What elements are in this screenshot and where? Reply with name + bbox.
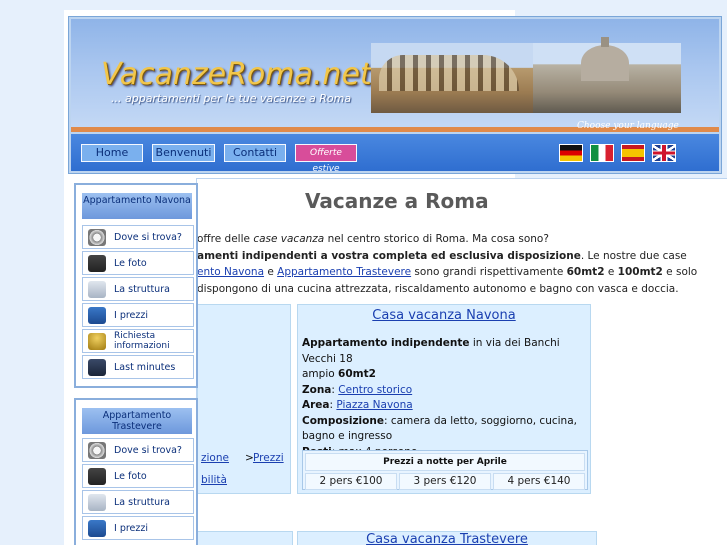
sidebar-item-label: Le foto	[114, 471, 147, 482]
intro-text: e solo	[662, 266, 698, 278]
trastevere-card-title[interactable]: Casa vacanza Trastevere	[297, 531, 597, 545]
sidebar-navona-title: Appartamento Navona	[82, 193, 192, 219]
flag-germany-icon[interactable]	[559, 144, 583, 162]
card-text: ampio	[302, 368, 339, 380]
bell-icon	[88, 333, 106, 350]
intro-text: e	[604, 266, 618, 278]
price-icon	[88, 307, 106, 324]
price-icon	[88, 520, 106, 537]
site-header: VacanzeRoma.net ... appartamenti per le …	[68, 16, 722, 174]
sidebar-item-label: I prezzi	[114, 310, 149, 321]
intro-emphasis: case vacanza	[253, 233, 325, 245]
sidebar-item-label: I prezzi	[114, 523, 149, 534]
navona-card-title[interactable]: Casa vacanza Navona	[298, 308, 590, 323]
area-label: Area	[302, 399, 330, 411]
sidebar-trastevere: Appartamento Trastevere Dove si trova? L…	[74, 398, 198, 545]
sidebar-item-label: La struttura	[114, 284, 170, 295]
nav-contatti-button[interactable]: Contatti	[224, 144, 286, 162]
link-posizione[interactable]: zione	[201, 452, 229, 464]
prices-table: Prezzi a notte per Aprile 2 pers €100 3 …	[302, 450, 588, 490]
sidebar-navona: Appartamento Navona Dove si trova? Le fo…	[74, 183, 198, 388]
sidebar-trastevere-title: Appartamento Trastevere	[82, 408, 192, 434]
sidebar-item-la-struttura[interactable]: La struttura	[82, 490, 194, 514]
camera-icon	[88, 468, 106, 485]
sidebar-item-label: Le foto	[114, 258, 147, 269]
flag-uk-icon[interactable]	[652, 144, 676, 162]
intro-bold: amenti indipendenti a vostra completa ed…	[197, 249, 581, 262]
nav-benvenuti-button[interactable]: Benvenuti	[152, 144, 215, 162]
intro-text: sono grandi rispettivamente	[411, 266, 567, 278]
page-title: Vacanze a Roma	[305, 189, 489, 213]
sidebar-item-label: La struttura	[114, 497, 170, 508]
price-cell: 4 pers €140	[493, 473, 585, 490]
link-prezzi[interactable]: Prezzi	[253, 452, 284, 464]
card-left-panel	[197, 304, 291, 494]
nav-home-button[interactable]: Home	[81, 144, 143, 162]
sidebar-item-le-foto[interactable]: Le foto	[82, 464, 194, 488]
sidebar-item-label: Last minutes	[114, 362, 176, 373]
compass-icon	[88, 442, 106, 459]
site-logo[interactable]: VacanzeRoma.net	[101, 57, 372, 92]
nav-offerte-button[interactable]: Offerte estive	[295, 144, 357, 174]
notebook-icon	[88, 359, 106, 376]
camera-icon	[88, 255, 106, 272]
compass-icon	[88, 229, 106, 246]
card-bold: 60mt2	[338, 368, 376, 380]
flag-italy-icon[interactable]	[590, 144, 614, 162]
card2-left-panel	[197, 531, 293, 545]
sidebar-item-label: Dove si trova?	[114, 445, 182, 456]
zona-link[interactable]: Centro storico	[338, 384, 412, 396]
navona-card: Casa vacanza Navona Appartamento indipen…	[297, 304, 591, 494]
intro-bold: 60mt2	[566, 266, 605, 278]
choose-language-label: Choose your language	[577, 121, 679, 131]
site-tagline: ... appartamenti per le tue vacanze a Ro…	[111, 92, 352, 105]
flag-spain-icon[interactable]	[621, 144, 645, 162]
main-content: Vacanze a Roma offre delle case vacanza …	[196, 178, 727, 545]
sidebar-item-i-prezzi[interactable]: I prezzi	[82, 516, 194, 540]
sidebar-item-dove-si-trova[interactable]: Dove si trova?	[82, 225, 194, 249]
header-banner: VacanzeRoma.net ... appartamenti per le …	[71, 19, 719, 127]
intro-text: offre delle	[197, 233, 254, 245]
top-navbar: Home Benvenuti Contatti Offerte estive	[71, 134, 719, 174]
intro-text: . Le nostre due case	[580, 249, 687, 262]
sidebar-item-richiesta-informazioni[interactable]: Richiesta informazioni	[82, 329, 194, 353]
price-cell: 2 pers €100	[305, 473, 397, 490]
colosseum-photo	[371, 43, 533, 113]
area-link[interactable]: Piazza Navona	[336, 399, 412, 411]
composizione-label: Composizione	[302, 414, 384, 427]
intro-text: dispongono di una cucina attrezzata, ris…	[197, 282, 679, 295]
house-icon	[88, 494, 106, 511]
price-cell: 3 pers €120	[399, 473, 491, 490]
intro-text: nel centro storico di Roma. Ma cosa sono…	[324, 233, 549, 245]
card-bold: Appartamento indipendente	[302, 337, 470, 349]
sidebar-item-i-prezzi[interactable]: I prezzi	[82, 303, 194, 327]
intro-paragraph: offre delle case vacanza nel centro stor…	[197, 231, 717, 297]
house-icon	[88, 281, 106, 298]
navona-card-body: Appartamento indipendente in via dei Ban…	[302, 336, 590, 460]
sidebar-item-last-minutes[interactable]: Last minutes	[82, 355, 194, 379]
vatican-photo	[533, 37, 681, 113]
zona-label: Zona	[302, 383, 332, 396]
sidebar-item-le-foto[interactable]: Le foto	[82, 251, 194, 275]
sidebar-item-label: Richiesta informazioni	[114, 331, 170, 351]
sidebar-item-dove-si-trova[interactable]: Dove si trova?	[82, 438, 194, 462]
link-appartamento-trastevere[interactable]: Appartamento Trastevere	[277, 266, 411, 278]
link-disponibilita[interactable]: bilità	[201, 474, 227, 486]
intro-bold: 100mt2	[617, 266, 663, 278]
sidebar-item-la-struttura[interactable]: La struttura	[82, 277, 194, 301]
intro-text: e	[264, 266, 278, 278]
link-appartamento-navona[interactable]: ento Navona	[197, 266, 264, 278]
prices-header: Prezzi a notte per Aprile	[305, 453, 585, 471]
sidebar-item-label: Dove si trova?	[114, 232, 182, 243]
